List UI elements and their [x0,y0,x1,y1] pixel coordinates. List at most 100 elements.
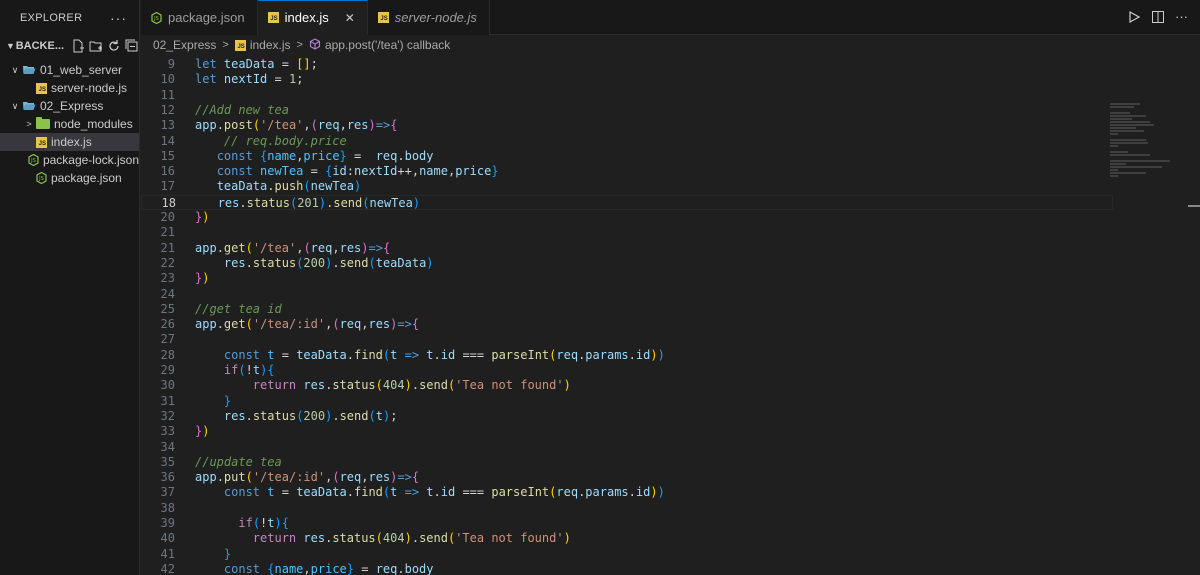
code-line[interactable]: 25 //get tea id [141,302,1113,317]
code-line[interactable]: 33}) [141,424,1113,439]
code-line[interactable]: 37 const t = teaData.find(t => t.id === … [141,485,1113,500]
code-line[interactable]: 38 [141,501,1113,516]
line-number: 14 [160,133,175,148]
line-number: 29 [160,363,175,377]
explorer-title: EXPLORER [20,11,83,24]
code-line[interactable]: 21 app.get('/tea',(req,res)=>{ [141,241,1113,256]
line-number: 41 [160,546,175,561]
code-line[interactable]: 21 [141,225,1113,240]
line-number: 22 [160,255,175,270]
code-line[interactable]: 20}) [141,210,1113,225]
minimap[interactable] [1110,103,1180,193]
line-number: 9 [167,57,175,71]
code-text: app.get('/tea',(req,res)=>{ [195,240,391,255]
code-line[interactable]: 15 const {name,price} = req.body [141,149,1113,164]
run-icon[interactable] [1127,10,1141,27]
line-number: 18 [161,195,176,210]
line-number: 25 [160,301,175,316]
tree-item-label: package-lock.json [42,153,139,167]
code-line[interactable]: 31 } [141,394,1113,409]
tree-item[interactable]: JS index.js [0,133,139,151]
tree-item[interactable]: JS package-lock.json [0,151,139,169]
code-line[interactable]: 34 [141,440,1113,455]
new-file-icon[interactable] [70,39,85,54]
code-line[interactable]: 39 if(!t){ [141,516,1113,531]
line-number: 21 [160,225,175,240]
split-editor-icon[interactable] [1151,10,1165,27]
code-line[interactable]: 23}) [141,271,1113,286]
tree-item[interactable]: JS server-node.js [0,79,139,97]
tree-item[interactable]: ∨ 02_Express [0,97,139,115]
line-number: 34 [160,439,175,454]
tree-item[interactable]: > node_modules [0,115,139,133]
tab-server-node-js[interactable]: JS server-node.js [367,0,490,35]
line-number: 32 [160,408,175,423]
code-text: const t = teaData.find(t => t.id === par… [223,485,665,500]
code-text: const t = teaData.find(t => t.id === par… [223,347,665,362]
code-text: } [223,393,232,408]
close-icon[interactable]: ✕ [345,11,355,25]
tab-package-json[interactable]: JS package.json [141,0,258,35]
code-text: }) [195,424,210,439]
code-line[interactable]: 24 [141,287,1113,302]
code-line[interactable]: 10 let nextId = 1; [141,72,1113,87]
code-text: teaData.push(newTea) [216,179,362,194]
workspace-root[interactable]: ▼ BACKE... [0,35,139,57]
svg-text:JS: JS [30,158,36,164]
tab-index-js[interactable]: JS index.js ✕ [257,0,368,35]
svg-text:JS: JS [38,176,44,182]
tree-item[interactable]: JS package.json [0,169,139,187]
code-line[interactable]: 27 [141,332,1113,347]
file-tree: ∨ 01_web_server JS server-node.js ∨ 02_Expres… [0,61,139,187]
line-number: 23 [160,271,175,286]
folder-open-icon [22,100,36,112]
code-text: app.get('/tea/:id',(req,res)=>{ [195,317,420,332]
line-number: 13 [160,118,175,133]
code-line[interactable]: 42 const {name,price} = req.body [141,562,1113,575]
code-line[interactable]: 17 teaData.push(newTea) [141,179,1113,194]
tree-item[interactable]: ∨ 01_web_server [0,61,139,79]
breadcrumb-file[interactable]: index.js [250,38,291,52]
code-text: app.post('/tea',(req,res)=>{ [195,118,398,133]
code-text: } [223,546,232,561]
code-line[interactable]: 40 return res.status(404).send('Tea not … [141,531,1113,546]
refresh-icon[interactable] [106,39,121,54]
code-line[interactable]: 14 // req.body.price [141,134,1113,149]
breadcrumb-folder[interactable]: 02_Express [153,38,216,52]
more-actions-icon[interactable]: ··· [1175,10,1188,27]
breadcrumb-symbol[interactable]: app.post('/tea') callback [325,38,450,52]
code-line[interactable]: 35 //update tea [141,455,1113,470]
code-line[interactable]: 12 //Add new tea [141,103,1113,118]
editor-tabbar: JS package.json JS index.js ✕ JS server-… [141,0,1200,35]
code-text: //update tea [195,454,282,469]
code-line[interactable]: 36 app.put('/tea/:id',(req,res)=>{ [141,470,1113,485]
scrollbar-marker[interactable] [1188,205,1200,207]
collapse-all-icon[interactable] [124,39,139,54]
code-line[interactable]: 18 res.status(201).send(newTea) [141,194,1113,210]
code-text: let teaData = []; [195,57,318,71]
code-line[interactable]: 28 const t = teaData.find(t => t.id === … [141,348,1113,363]
code-line[interactable]: 41 } [141,547,1113,562]
code-line[interactable]: 22 res.status(200).send(teaData) [141,256,1113,271]
code-line[interactable]: 13 app.post('/tea',(req,res)=>{ [141,118,1113,133]
line-number: 17 [160,179,175,194]
new-folder-icon[interactable] [88,39,103,54]
code-line[interactable]: 30 return res.status(404).send('Tea not … [141,378,1113,393]
more-actions-icon[interactable]: ··· [110,10,127,26]
line-number: 36 [160,470,175,485]
explorer-header: EXPLORER ··· [0,0,139,35]
code-line[interactable]: 9 let teaData = []; [141,57,1113,72]
explorer-actions [70,39,139,54]
code-line[interactable]: 26 app.get('/tea/:id',(req,res)=>{ [141,317,1113,332]
code-line[interactable]: 16 const newTea = {id:nextId++,name,pric… [141,164,1113,179]
code-line[interactable]: 11 [141,88,1113,103]
code-line[interactable]: 29 if(!t){ [141,363,1113,378]
code-editor[interactable]: 9 let teaData = []; 10 let nextId = 1; 11 12 /… [141,55,1200,575]
js-icon: JS [267,12,279,23]
editor-actions: ··· [1127,10,1188,27]
code-line[interactable]: 32 res.status(200).send(t); [141,409,1113,424]
line-number: 37 [160,485,175,500]
svg-text:JS: JS [153,16,159,22]
tree-item-label: package.json [51,171,122,185]
code-text: return res.status(404).send('Tea not fou… [252,531,571,546]
